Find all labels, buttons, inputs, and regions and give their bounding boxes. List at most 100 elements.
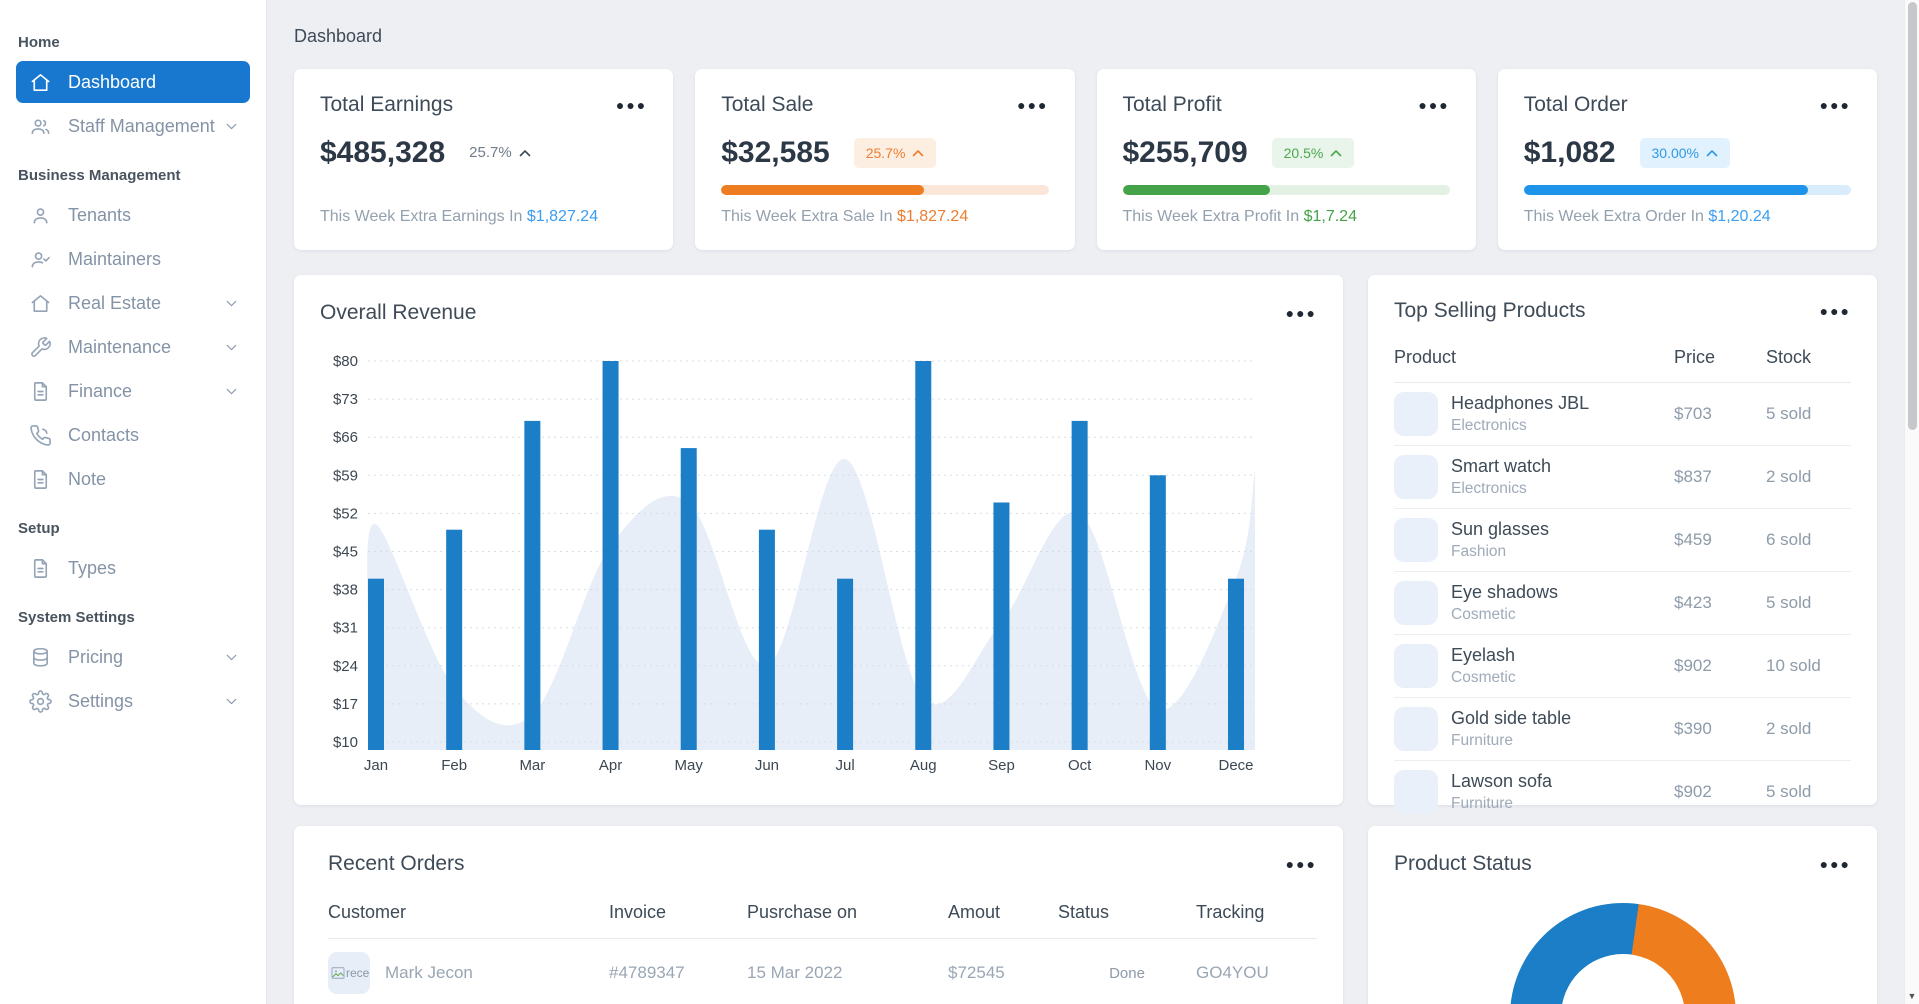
scrollbar-thumb[interactable] xyxy=(1908,2,1917,430)
column-header-status: Status xyxy=(1058,902,1110,922)
scrollbar-down-arrow[interactable]: ▼ xyxy=(1905,991,1919,1001)
sidebar-item-maintenance[interactable]: Maintenance xyxy=(16,326,250,368)
trend-up-icon xyxy=(1706,149,1718,156)
product-thumbnail xyxy=(1394,455,1438,499)
x-axis-tick-label: May xyxy=(675,757,704,774)
sidebar-item-contacts[interactable]: Contacts xyxy=(16,414,250,456)
product-status-donut xyxy=(1509,903,1736,1004)
order-status: Done xyxy=(1109,964,1145,982)
revenue-bar-may[interactable] xyxy=(680,448,697,750)
product-price: $902 xyxy=(1674,782,1712,801)
product-price: $837 xyxy=(1674,467,1712,486)
product-row-lawson-sofa[interactable]: Lawson sofa Furniture $902 5 sold xyxy=(1394,761,1851,824)
revenue-area-series xyxy=(367,458,1255,750)
sidebar-item-real-estate[interactable]: Real Estate xyxy=(16,282,250,324)
chevron-down-icon xyxy=(226,344,237,350)
stat-card-title: Total Profit xyxy=(1122,93,1222,116)
product-row-eye-shadows[interactable]: Eye shadows Cosmetic $423 5 sold xyxy=(1394,572,1851,635)
stat-cards-row: Total Earnings ●●● $485,328 25.7% This W… xyxy=(294,69,1877,250)
sidebar-item-maintainers[interactable]: Maintainers xyxy=(16,238,250,280)
stat-card-title: Total Sale xyxy=(721,93,814,116)
product-category: Electronics xyxy=(1451,480,1527,497)
sidebar-item-label: Maintenance xyxy=(68,336,172,357)
revenue-bar-jan[interactable] xyxy=(368,578,384,750)
stat-card-menu-button[interactable]: ●●● xyxy=(1418,98,1449,112)
revenue-bar-jun[interactable] xyxy=(758,529,775,750)
sidebar-section-business-management: Business Management xyxy=(18,167,181,184)
sidebar-item-staff-management[interactable]: Staff Management xyxy=(16,105,250,147)
overall-revenue-menu-button[interactable]: ●●● xyxy=(1286,306,1317,320)
sidebar: Home Dashboard Staff Management Business… xyxy=(0,0,267,1004)
sidebar-item-label: Contacts xyxy=(68,424,140,445)
order-customer-name: Mark Jecon xyxy=(385,963,473,982)
top-selling-title: Top Selling Products xyxy=(1394,299,1586,322)
product-row-gold-side-table[interactable]: Gold side table Furniture $390 2 sold xyxy=(1394,698,1851,761)
product-category: Electronics xyxy=(1451,417,1527,434)
product-row-eyelash[interactable]: Eyelash Cosmetic $902 10 sold xyxy=(1394,635,1851,698)
sidebar-item-note[interactable]: Note xyxy=(16,458,250,500)
person-check-icon xyxy=(31,251,50,268)
revenue-bar-nov[interactable] xyxy=(1149,475,1166,750)
file-icon xyxy=(33,469,48,489)
top-selling-menu-button[interactable]: ●●● xyxy=(1820,304,1851,318)
column-header-product: Product xyxy=(1394,347,1457,367)
product-price: $459 xyxy=(1674,530,1712,549)
order-amount: $72545 xyxy=(948,963,1005,982)
stat-card-footer-amount: $1,20.24 xyxy=(1708,208,1771,225)
product-category: Cosmetic xyxy=(1451,669,1516,686)
stat-card-value: $485,328 xyxy=(320,135,446,169)
stat-card-footer: This Week Extra Profit In $1,7.24 xyxy=(1122,208,1357,225)
sidebar-item-types[interactable]: Types xyxy=(16,547,250,589)
order-row-mark-jecon[interactable]: rece Mark Jecon #4789347 15 Mar 2022 $72… xyxy=(328,939,1317,1004)
product-row-headphones-jbl[interactable]: Headphones JBL Electronics $703 5 sold xyxy=(1394,383,1851,446)
revenue-bar-oct[interactable] xyxy=(1071,420,1088,750)
revenue-bar-apr[interactable] xyxy=(602,361,619,750)
revenue-bar-mar[interactable] xyxy=(524,420,541,750)
column-header-pusrchase-on: Pusrchase on xyxy=(747,902,858,922)
stat-card-menu-button[interactable]: ●●● xyxy=(616,98,647,112)
sidebar-item-label: Settings xyxy=(68,690,134,711)
sidebar-item-pricing[interactable]: Pricing xyxy=(16,636,250,678)
recent-orders-menu-button[interactable]: ●●● xyxy=(1286,857,1317,871)
phone-icon xyxy=(30,424,51,446)
sidebar-section-home: Home xyxy=(18,34,60,51)
stat-card-footer: This Week Extra Earnings In $1,827.24 xyxy=(320,208,599,225)
product-price: $902 xyxy=(1674,656,1712,675)
sidebar-item-tenants[interactable]: Tenants xyxy=(16,194,250,236)
stat-card-total-order: Total Order ●●● $1,082 30.00% This Week … xyxy=(1497,69,1877,250)
product-row-smart-watch[interactable]: Smart watch Electronics $837 2 sold xyxy=(1394,446,1851,509)
product-row-sun-glasses[interactable]: Sun glasses Fashion $459 6 sold xyxy=(1394,509,1851,572)
revenue-bar-dece[interactable] xyxy=(1228,578,1244,750)
sidebar-item-dashboard[interactable]: Dashboard xyxy=(16,61,250,103)
product-stock: 5 sold xyxy=(1766,404,1812,423)
product-name: Lawson sofa xyxy=(1451,771,1553,791)
revenue-bar-aug[interactable] xyxy=(915,361,932,750)
revenue-bar-sep[interactable] xyxy=(993,502,1010,751)
trend-up-icon xyxy=(913,149,924,156)
page-scrollbar[interactable]: ▼ xyxy=(1904,0,1919,1004)
trend-up-icon xyxy=(519,149,530,156)
recent-orders-title: Recent Orders xyxy=(328,852,465,875)
sidebar-item-finance[interactable]: Finance xyxy=(16,370,250,412)
sidebar-section-setup: Setup xyxy=(18,520,60,537)
product-name: Eyelash xyxy=(1451,645,1516,665)
stat-card-percent-badge: 20.5% xyxy=(1271,137,1355,168)
product-name: Smart watch xyxy=(1451,456,1552,476)
sidebar-item-settings[interactable]: Settings xyxy=(16,680,250,722)
revenue-bar-jul[interactable] xyxy=(837,578,854,750)
stat-card-menu-button[interactable]: ●●● xyxy=(1820,98,1851,112)
revenue-bar-feb[interactable] xyxy=(446,529,463,750)
sidebar-nav: Home Dashboard Staff Management Business… xyxy=(0,34,266,722)
people-icon xyxy=(31,118,50,134)
sidebar-item-label: Tenants xyxy=(68,204,132,225)
order-invoice: #4789347 xyxy=(609,963,685,982)
stat-card-progress xyxy=(1122,185,1450,195)
product-thumbnail xyxy=(1394,518,1438,562)
product-status-menu-button[interactable]: ●●● xyxy=(1820,857,1851,871)
home-icon xyxy=(31,294,50,312)
product-thumbnail xyxy=(1394,392,1438,436)
stat-card-menu-button[interactable]: ●●● xyxy=(1017,98,1048,112)
product-stock: 5 sold xyxy=(1766,782,1812,801)
column-header-stock: Stock xyxy=(1766,347,1812,367)
product-status-title: Product Status xyxy=(1394,852,1532,875)
